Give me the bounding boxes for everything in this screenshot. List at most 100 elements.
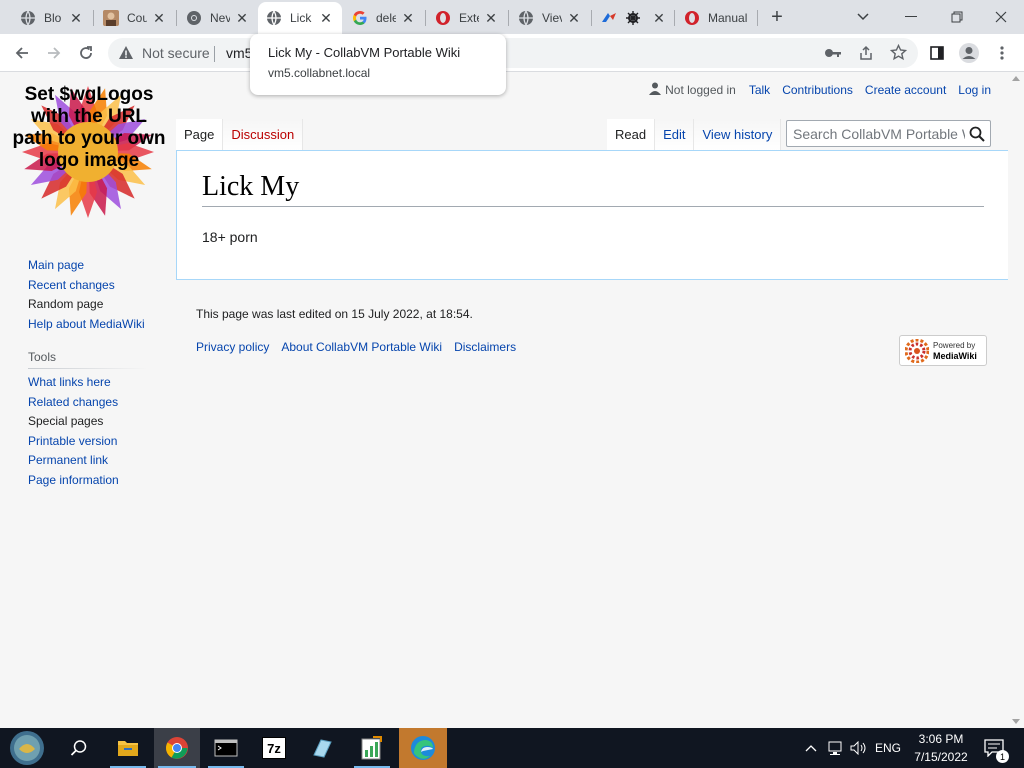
create-account-link[interactable]: Create account bbox=[865, 83, 946, 97]
taskbar-edge[interactable] bbox=[399, 728, 447, 768]
sidebar-item-what-links-here[interactable]: What links here bbox=[28, 375, 148, 395]
sidebar-item-help[interactable]: Help about MediaWiki bbox=[28, 317, 145, 337]
opera-icon bbox=[435, 10, 451, 26]
contributions-link[interactable]: Contributions bbox=[782, 83, 853, 97]
profile-avatar-icon[interactable] bbox=[957, 41, 981, 65]
tab-3-active[interactable]: Lick ✕ bbox=[258, 2, 342, 34]
talk-link[interactable]: Talk bbox=[749, 83, 770, 97]
close-icon[interactable]: ✕ bbox=[400, 10, 416, 26]
user-icon bbox=[649, 82, 662, 98]
tab-hovercard: Lick My - CollabVM Portable Wiki vm5.col… bbox=[250, 34, 506, 95]
tab-4[interactable]: dele ✕ bbox=[344, 4, 424, 32]
page-scrollbar[interactable] bbox=[1008, 72, 1024, 728]
notification-count-badge: 1 bbox=[996, 750, 1009, 763]
tab-page[interactable]: Page bbox=[176, 119, 224, 151]
security-label[interactable]: Not secure bbox=[142, 45, 210, 61]
close-window-button[interactable] bbox=[978, 4, 1024, 30]
close-icon[interactable]: ✕ bbox=[318, 10, 334, 26]
tools-heading: Tools bbox=[28, 350, 57, 364]
taskbar-7zip[interactable]: 7z bbox=[252, 728, 296, 768]
tab-5[interactable]: Exte ✕ bbox=[427, 4, 507, 32]
close-icon[interactable]: ✕ bbox=[653, 10, 665, 26]
back-button[interactable] bbox=[10, 41, 34, 65]
close-icon[interactable]: ✕ bbox=[151, 10, 167, 26]
close-icon[interactable]: ✕ bbox=[68, 10, 84, 26]
sidebar-item-permanent-link[interactable]: Permanent link bbox=[28, 453, 148, 473]
sidebar-item-special-pages[interactable]: Special pages bbox=[28, 414, 148, 434]
language-indicator[interactable]: ENG bbox=[872, 728, 904, 768]
tab-8[interactable]: Manual bbox=[676, 4, 756, 32]
sidebar-item-related-changes[interactable]: Related changes bbox=[28, 395, 148, 415]
restore-button[interactable] bbox=[934, 4, 980, 30]
privacy-policy-link[interactable]: Privacy policy bbox=[196, 340, 269, 354]
share-icon[interactable] bbox=[858, 45, 874, 64]
tab-label: Blo bbox=[44, 11, 62, 25]
disclaimers-link[interactable]: Disclaimers bbox=[454, 340, 516, 354]
tab-view-history[interactable]: View history bbox=[694, 119, 782, 151]
tray-overflow-chevron-icon[interactable] bbox=[802, 728, 820, 768]
tab-edit[interactable]: Edit bbox=[655, 119, 695, 151]
volume-icon[interactable] bbox=[848, 728, 870, 768]
hovercard-title: Lick My - CollabVM Portable Wiki bbox=[268, 45, 461, 60]
bookmark-star-icon[interactable] bbox=[889, 43, 908, 64]
new-tab-button[interactable]: + bbox=[764, 4, 790, 30]
tab-2[interactable]: Nev ✕ bbox=[178, 4, 258, 32]
powered-by-mediawiki-badge[interactable]: Powered by MediaWiki bbox=[899, 335, 987, 366]
ship-wheel-icon bbox=[625, 10, 641, 26]
tab-0[interactable]: Blo ✕ bbox=[12, 4, 92, 32]
close-icon[interactable]: ✕ bbox=[234, 10, 250, 26]
network-icon[interactable] bbox=[824, 728, 846, 768]
globe-icon bbox=[518, 10, 534, 26]
log-in-link[interactable]: Log in bbox=[958, 83, 991, 97]
edge-icon bbox=[411, 736, 435, 760]
wiki-page: Set $wgLogos with the URL path to your o… bbox=[0, 72, 1024, 728]
tab-read[interactable]: Read bbox=[607, 119, 656, 151]
address-bar[interactable]: Not secure vm5 bbox=[108, 38, 918, 68]
clock-time: 3:06 PM bbox=[918, 732, 964, 746]
globe-icon bbox=[20, 10, 36, 26]
taskbar-chart-app[interactable] bbox=[350, 728, 394, 768]
opera-icon bbox=[684, 10, 700, 26]
notification-center-button[interactable]: 1 bbox=[978, 728, 1010, 768]
namespace-tabs: Page Discussion bbox=[176, 119, 304, 151]
forward-button[interactable] bbox=[42, 41, 66, 65]
taskbar-notes-app[interactable] bbox=[300, 728, 344, 768]
side-panel-icon[interactable] bbox=[925, 41, 949, 65]
key-icon[interactable] bbox=[824, 46, 842, 63]
search-icon[interactable] bbox=[968, 125, 986, 143]
taskbar-search-button[interactable] bbox=[58, 728, 100, 768]
tab-search-chevron-icon[interactable] bbox=[850, 4, 876, 30]
scroll-down-arrow[interactable] bbox=[1012, 719, 1020, 724]
tab-1[interactable]: Cou ✕ bbox=[95, 4, 175, 32]
search-input[interactable] bbox=[793, 125, 965, 143]
tab-label: Lick bbox=[290, 11, 312, 25]
close-icon[interactable]: ✕ bbox=[566, 10, 582, 26]
sidebar-item-random-page[interactable]: Random page bbox=[28, 297, 145, 317]
7zip-icon: 7z bbox=[262, 737, 286, 759]
menu-dots-icon[interactable] bbox=[990, 41, 1014, 65]
sidebar-item-printable-version[interactable]: Printable version bbox=[28, 434, 148, 454]
tab-discussion[interactable]: Discussion bbox=[223, 119, 304, 151]
scroll-up-arrow[interactable] bbox=[1012, 76, 1020, 81]
tab-6[interactable]: Viev ✕ bbox=[510, 4, 590, 32]
taskbar-file-explorer[interactable] bbox=[106, 728, 150, 768]
logo-placeholder-text[interactable]: Set $wgLogos with the URL path to your o… bbox=[12, 84, 166, 220]
taskbar-chrome[interactable] bbox=[154, 728, 200, 768]
start-button[interactable] bbox=[0, 728, 54, 768]
close-icon[interactable]: ✕ bbox=[483, 10, 499, 26]
system-clock[interactable]: 3:06 PM 7/15/2022 bbox=[910, 730, 972, 766]
last-modified-text: This page was last edited on 15 July 202… bbox=[196, 307, 473, 321]
tab-7[interactable]: ✕ bbox=[593, 4, 673, 32]
url-text[interactable]: vm5 bbox=[226, 45, 252, 61]
sidebar-item-recent-changes[interactable]: Recent changes bbox=[28, 278, 145, 298]
content-area: Lick My 18+ porn bbox=[176, 150, 1008, 280]
footer-links: Privacy policy About CollabVM Portable W… bbox=[196, 340, 528, 354]
powered-by-line1: Powered by bbox=[933, 340, 976, 350]
about-link[interactable]: About CollabVM Portable Wiki bbox=[281, 340, 442, 354]
sidebar-item-main-page[interactable]: Main page bbox=[28, 258, 145, 278]
sidebar-item-page-information[interactable]: Page information bbox=[28, 473, 148, 493]
minimize-button[interactable] bbox=[888, 4, 934, 30]
warning-icon[interactable] bbox=[118, 45, 134, 64]
reload-button[interactable] bbox=[74, 41, 98, 65]
taskbar-command-prompt[interactable] bbox=[204, 728, 248, 768]
